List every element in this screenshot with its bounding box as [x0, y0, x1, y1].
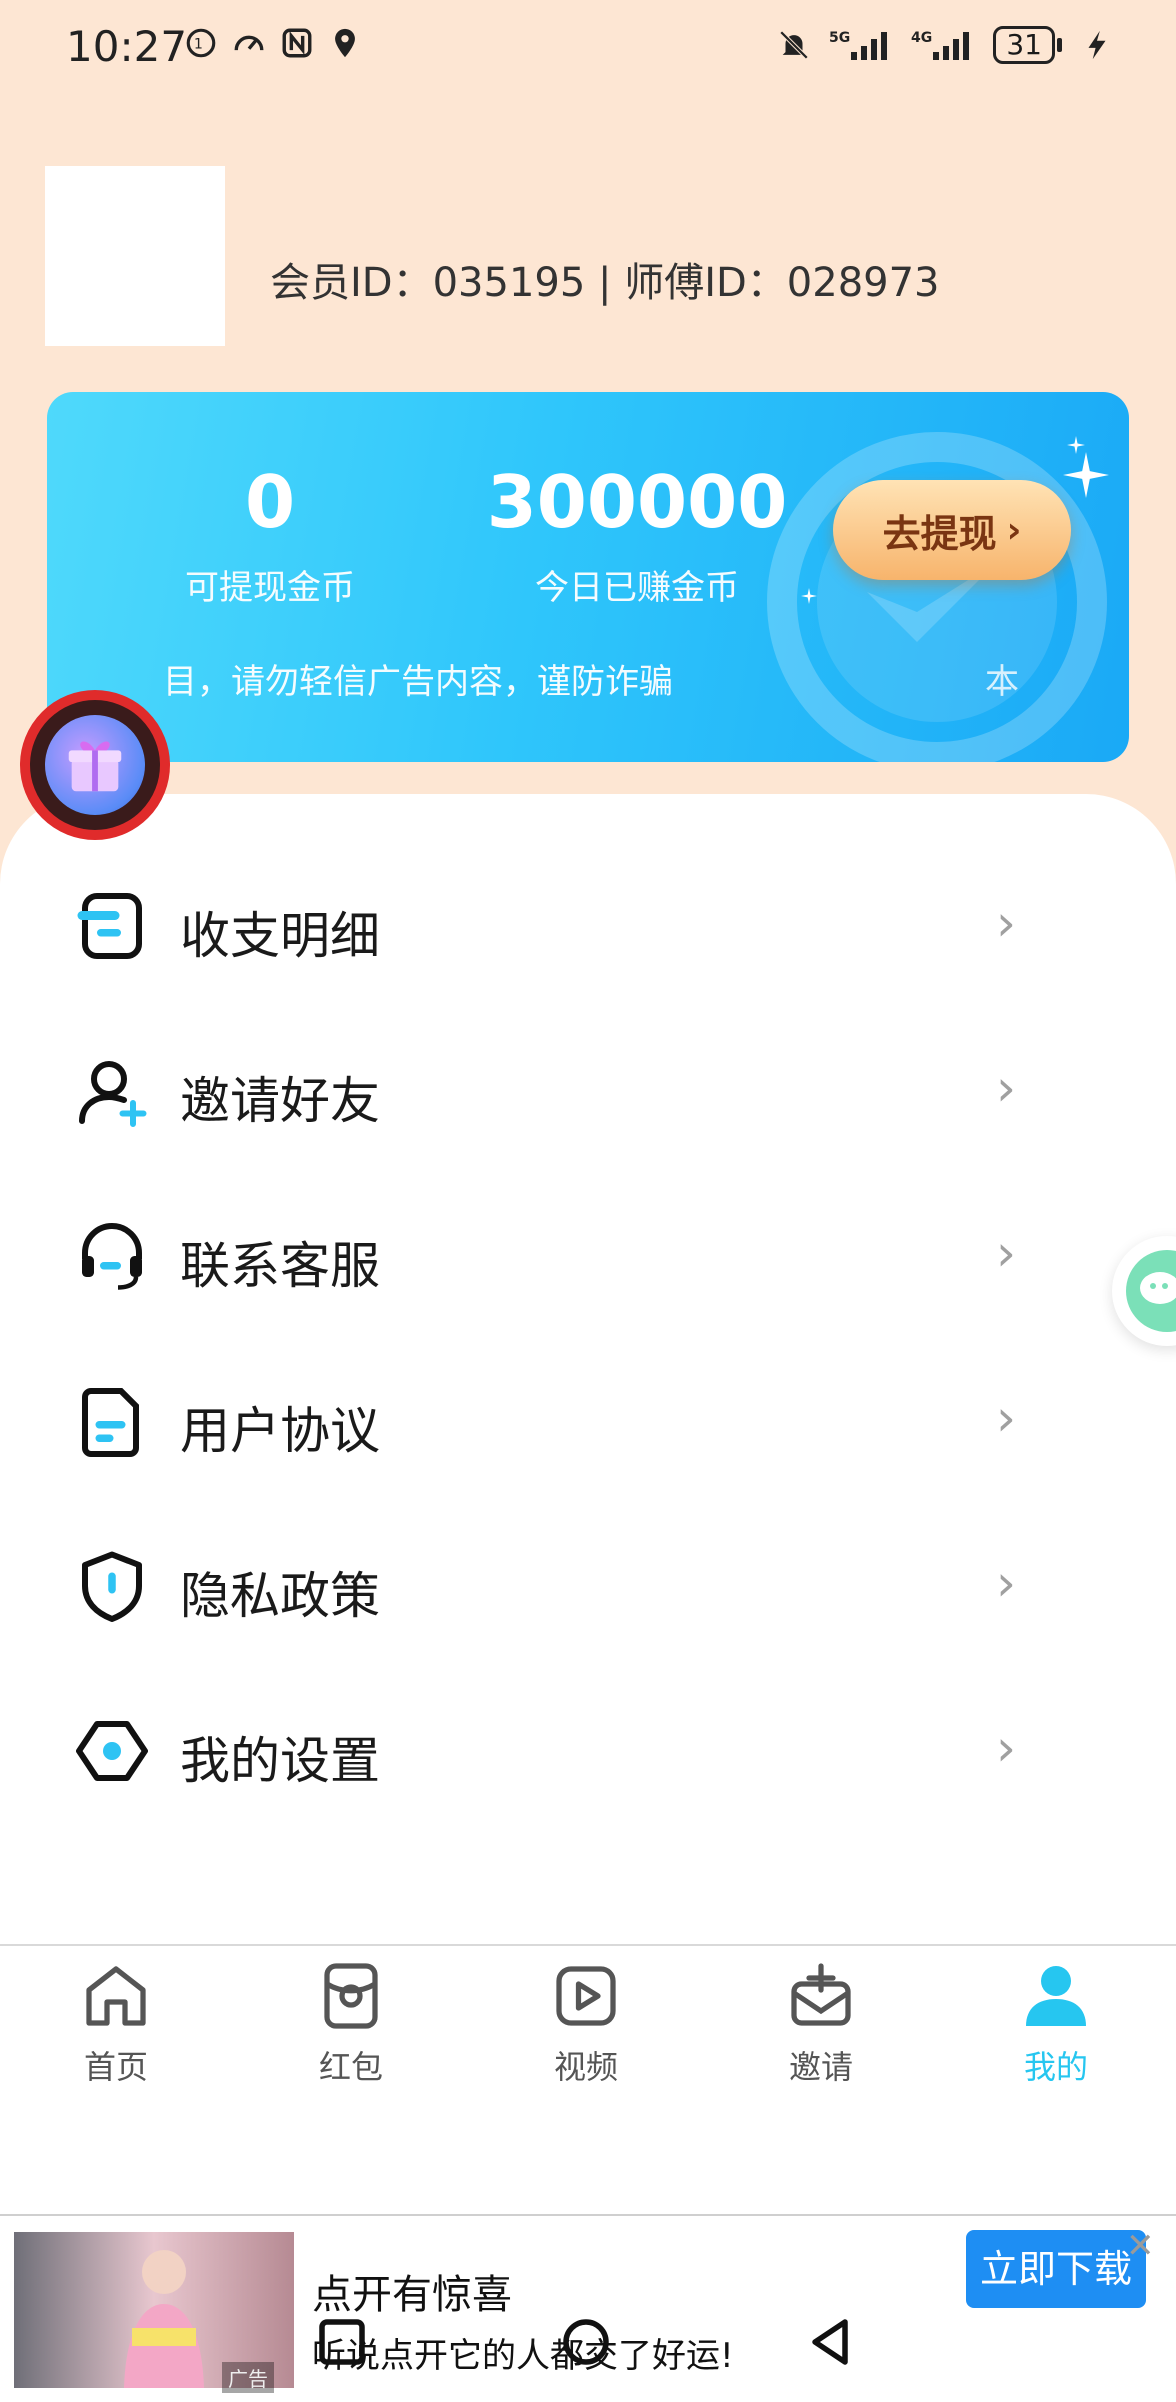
menu-label: 邀请好友	[180, 1072, 380, 1130]
tab-invite[interactable]: 邀请	[741, 1960, 901, 2088]
system-navigation	[0, 2300, 1176, 2380]
menu-label: 收支明细	[180, 907, 380, 965]
tab-label: 首页	[83, 2048, 148, 2086]
headset-icon	[82, 1223, 142, 1290]
chevron-right-icon: ›	[996, 1554, 1016, 1612]
settings-icon	[76, 1721, 148, 1781]
menu-item-income-details[interactable]: 收支明细 ›	[0, 846, 1176, 1006]
sparkle-icon	[1063, 452, 1109, 498]
withdrawable-value: 0	[244, 460, 296, 544]
back-icon[interactable]	[800, 2312, 860, 2372]
chevron-right-icon: ›	[996, 894, 1016, 952]
menu-item-invite-friends[interactable]: 邀请好友 ›	[0, 1011, 1176, 1171]
menu-label: 隐私政策	[180, 1567, 380, 1625]
gift-float-button[interactable]	[20, 690, 170, 840]
tab-label: 我的	[1023, 2048, 1088, 2086]
shield-icon	[82, 1551, 142, 1622]
home-icon	[86, 1966, 146, 2026]
add-user-icon	[79, 1061, 147, 1127]
document-icon	[82, 1388, 139, 1457]
speedometer-icon	[234, 35, 264, 51]
invite-icon	[791, 1963, 851, 2026]
battery-indicator: 31	[993, 26, 1062, 64]
menu-item-user-agreement[interactable]: 用户协议 ›	[0, 1341, 1176, 1501]
chevron-right-icon: ›	[996, 1389, 1016, 1447]
today-earned-coins: 300000 今日已赚金币	[447, 462, 827, 609]
mute-bell-icon	[780, 30, 809, 60]
menu-panel: 收支明细 › 邀请好友 › 联系客服 › 用户协议 › 隐私政策 › 我的设置 …	[0, 794, 1176, 1944]
chevron-right-icon: ›	[996, 1719, 1016, 1777]
sparkle-tiny-icon	[801, 588, 817, 604]
marquee-tail: 本	[985, 662, 1019, 702]
gift-box-icon	[45, 715, 145, 815]
withdrawable-label: 可提现金币	[185, 568, 355, 608]
chevron-right-icon: ›	[996, 1224, 1016, 1282]
red-packet-icon	[324, 1963, 378, 2029]
video-icon	[556, 1966, 616, 2026]
tab-label: 邀请	[788, 2048, 853, 2086]
menu-label: 我的设置	[180, 1732, 380, 1790]
chevron-right-icon: ›	[1006, 509, 1022, 551]
tab-home[interactable]: 首页	[36, 1960, 196, 2088]
menu-item-my-settings[interactable]: 我的设置 ›	[0, 1671, 1176, 1831]
menu-label: 联系客服	[180, 1237, 380, 1295]
sparkle-small-icon	[1067, 436, 1085, 454]
tab-profile[interactable]: 我的	[976, 1960, 1136, 2088]
status-time: 10:27	[66, 22, 188, 71]
charging-bolt-icon	[1088, 30, 1106, 60]
battery-level: 31	[993, 26, 1055, 64]
anti-fraud-marquee: 目，请勿轻信广告内容，谨防诈骗	[163, 662, 673, 702]
member-ids: 会员ID：035195 | 师傅ID：028973	[270, 260, 940, 306]
withdraw-button[interactable]: 去提现 ›	[833, 480, 1071, 580]
today-earned-value: 300000	[486, 460, 788, 544]
withdrawable-coins: 0 可提现金币	[135, 462, 405, 609]
menu-label: 用户协议	[180, 1402, 380, 1460]
profile-icon	[1026, 1966, 1086, 2026]
notification-app-icon: 1	[186, 28, 216, 58]
status-bar: 10:27 1 5G 4G 31	[0, 0, 1176, 100]
download-now-button[interactable]: 立即下载	[966, 2230, 1146, 2308]
tab-label: 视频	[553, 2048, 618, 2086]
tab-label: 红包	[318, 2048, 383, 2086]
svg-text:5G: 5G	[829, 30, 850, 46]
tab-video[interactable]: 视频	[506, 1960, 666, 2088]
avatar[interactable]	[45, 166, 225, 346]
close-icon[interactable]: ✕	[1126, 2226, 1155, 2266]
chat-bubble-icon	[1126, 1250, 1176, 1332]
svg-text:1: 1	[194, 37, 203, 53]
withdraw-button-label: 去提现	[882, 511, 997, 556]
signal-4g-icon: 4G	[911, 30, 970, 60]
menu-item-privacy-policy[interactable]: 隐私政策 ›	[0, 1506, 1176, 1666]
today-earned-label: 今日已赚金币	[535, 568, 739, 608]
wallet-card: 0 可提现金币 300000 今日已赚金币 目，请勿轻信广告内容，谨防诈骗 本 …	[47, 392, 1129, 762]
recents-icon[interactable]	[312, 2312, 372, 2372]
menu-item-customer-service[interactable]: 联系客服 ›	[0, 1176, 1176, 1336]
chevron-right-icon: ›	[996, 1059, 1016, 1117]
svg-text:4G: 4G	[911, 30, 932, 46]
bottom-tab-bar: 首页 红包 视频 邀请 我的	[0, 1944, 1176, 2216]
nfc-icon	[282, 28, 312, 58]
tab-red-packet[interactable]: 红包	[271, 1960, 431, 2088]
location-icon	[335, 28, 355, 58]
signal-5g-icon: 5G	[829, 30, 888, 60]
ledger-icon	[77, 893, 142, 959]
home-nav-icon[interactable]	[556, 2312, 616, 2372]
